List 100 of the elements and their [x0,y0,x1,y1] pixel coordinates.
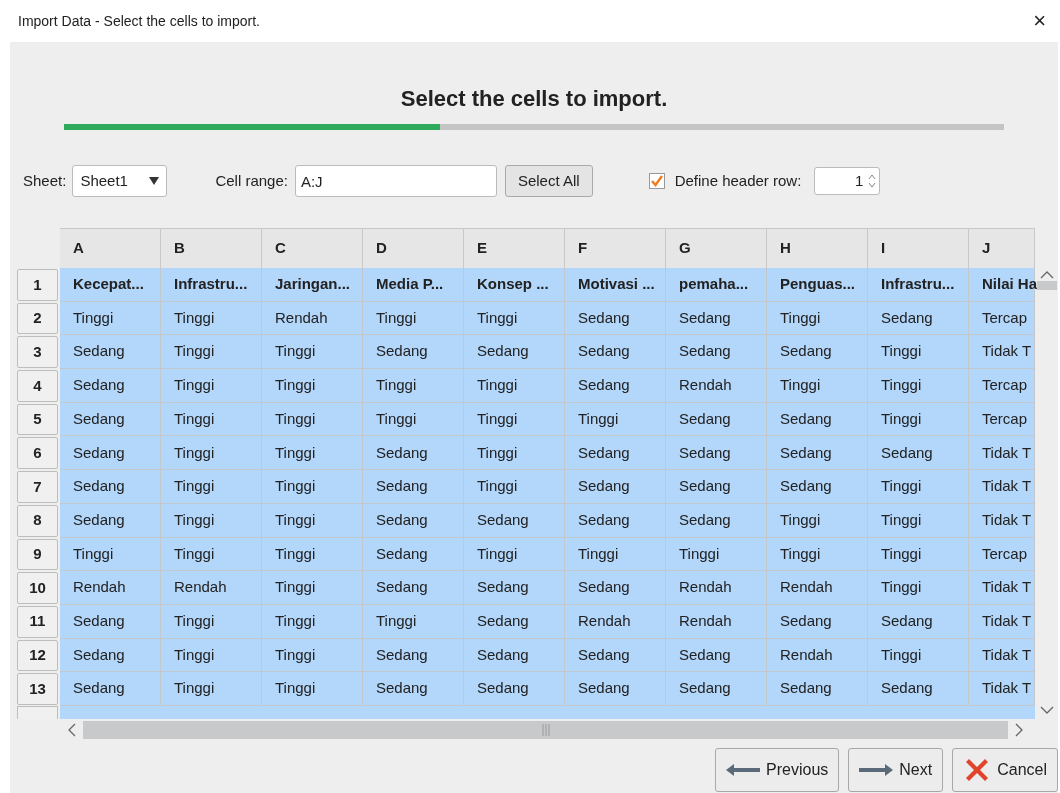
table-cell: Sedang [767,436,868,471]
table-cell: Rendah [767,571,868,605]
table-cell: Rendah [565,604,666,639]
header-row-checkbox[interactable] [648,173,665,189]
table-cell: Tinggi [868,638,969,673]
cell-range-label: Cell range: [215,170,288,191]
row-header[interactable]: 1 [17,269,58,301]
row-header[interactable]: 10 [17,572,58,604]
table-cell: Tinggi [262,638,363,673]
row-header[interactable]: 4 [17,370,58,402]
table-cell: Tinggi [161,503,262,538]
table-cell: Sedang [363,470,464,504]
table-cell: Tidak T [969,672,1035,706]
row-header-partial [17,705,58,719]
row-header[interactable]: 2 [17,302,58,335]
cell-range-field[interactable]: A:J [294,165,497,197]
select-all-button[interactable]: Select All [504,165,593,197]
sheet-label: Sheet: [23,170,67,191]
table-cell: Sedang [60,604,161,639]
table-cell: Sedang [767,604,868,639]
table-cell: Sedang [666,335,767,370]
next-button[interactable]: Next [848,747,944,792]
table-cell: Tinggi [868,402,969,437]
table-cell: Penguas... [767,268,868,302]
table-cell: Sedang [767,470,868,504]
table-cell: Sedang [464,503,565,538]
row-header[interactable]: 5 [17,403,58,436]
spinner-arrows-icon [868,172,877,190]
table-cell: Tinggi [161,638,262,673]
table-cell: Jaringan... [262,268,363,302]
header-row-spinner[interactable]: 1 [814,167,881,195]
table-cell: Sedang [868,604,969,639]
table-cell: Sedang [565,470,666,504]
table-cell: Tinggi [464,301,565,336]
table-cell: Tinggi [767,301,868,336]
table-cell: Tinggi [262,436,363,471]
table-cell: Sedang [666,503,767,538]
table-cell: Tinggi [262,604,363,639]
table-cell: Tinggi [363,604,464,639]
cancel-button[interactable]: Cancel [952,747,1058,792]
table-cell: Sedang [767,672,868,706]
table-cell: Tinggi [161,301,262,336]
table-cell: Tinggi [363,402,464,437]
row-header[interactable]: 7 [17,471,58,503]
vertical-scrollbar[interactable] [1037,270,1057,715]
row-header[interactable]: 3 [17,336,58,369]
table-cell: Sedang [363,638,464,673]
table-cell: Sedang [666,672,767,706]
table-cell: Tinggi [262,335,363,370]
table-cell: Tinggi [868,571,969,605]
table-cell: Sedang [565,503,666,538]
table-cell: Tinggi [868,335,969,370]
row-header[interactable]: 13 [17,673,58,705]
table-cell: Sedang [565,638,666,673]
scroll-up-icon [1040,270,1054,279]
table-cell: Tinggi [868,537,969,572]
table-cell: Sedang [666,402,767,437]
table-cell: Rendah [666,571,767,605]
scroll-left-icon [67,722,76,737]
table-cell: Sedang [60,436,161,471]
table-cell: Tidak T [969,604,1035,639]
table-cell: Sedang [565,436,666,471]
row-header[interactable]: 8 [17,504,58,537]
table-cell: Tinggi [767,369,868,403]
table-cell: Sedang [60,369,161,403]
table-cell: Rendah [666,369,767,403]
previous-button[interactable]: Previous [715,747,840,792]
table-cell: Tercap [969,301,1035,336]
table-cell: Sedang [464,335,565,370]
table-cell: Motivasi ... [565,268,666,302]
table-cell: Tinggi [161,369,262,403]
table-cell: Tinggi [262,571,363,605]
row-header[interactable]: 12 [17,639,58,672]
table-cell: Tinggi [767,503,868,538]
table-cell: Tinggi [464,402,565,437]
row-header[interactable]: 6 [17,437,58,470]
table-cell: Tinggi [60,537,161,572]
table-cell: Tercap [969,537,1035,572]
table-cell: Infrastru... [868,268,969,302]
sheet-dropdown[interactable]: Sheet1 [72,165,168,197]
table-cell: Media P... [363,268,464,302]
table-cell: Kecepat... [60,268,161,302]
table-cell: Sedang [565,335,666,370]
table-cell: Rendah [161,571,262,605]
table-cell: Infrastru... [161,268,262,302]
grip-icon [541,723,550,736]
table-cell: Sedang [464,638,565,673]
table-cell: Tinggi [60,301,161,336]
table-cell: Tinggi [666,537,767,572]
row-header[interactable]: 11 [17,605,58,638]
table-cell: Tinggi [363,369,464,403]
table-cell: Sedang [666,470,767,504]
close-button[interactable]: × [1033,10,1046,32]
table-cell: Tinggi [262,537,363,572]
table-cell: Tinggi [161,402,262,437]
table-cell: Sedang [464,604,565,639]
row-header[interactable]: 9 [17,538,58,571]
table-cell: Tidak T [969,638,1035,673]
table-cell: Tidak T [969,503,1035,538]
table-cell: Sedang [868,301,969,336]
